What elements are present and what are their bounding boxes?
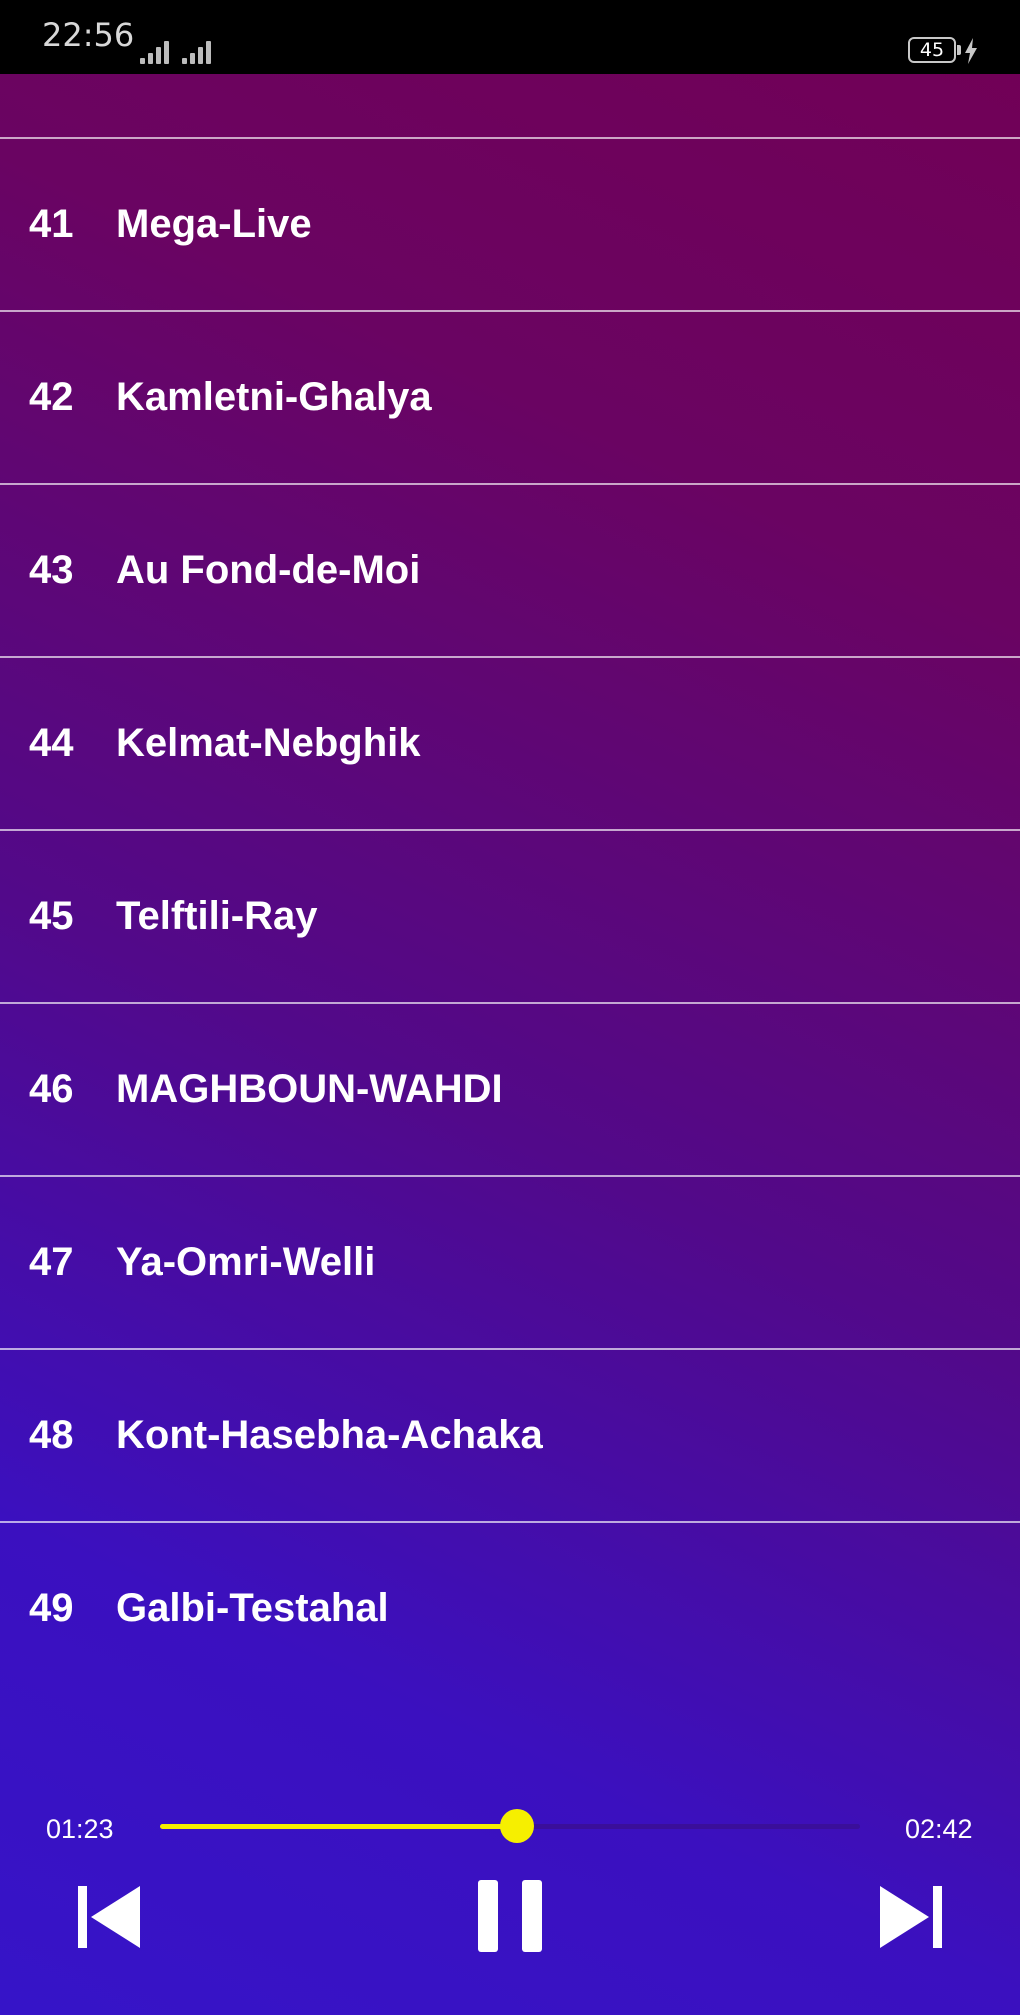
song-title: Kelmat-Nebghik: [116, 721, 421, 765]
status-bar: 22:56 45: [0, 0, 1020, 74]
status-time: 22:56: [42, 16, 135, 54]
song-number: 45: [29, 894, 74, 938]
song-row[interactable]: 47 Ya-Omri-Welli: [0, 1177, 1020, 1350]
song-number: 48: [29, 1413, 74, 1457]
elapsed-time: 01:23: [46, 1814, 114, 1844]
song-title: Telftili-Ray: [116, 894, 318, 938]
signal-icon: [182, 38, 214, 64]
seek-bar-progress: [160, 1824, 517, 1829]
next-icon[interactable]: [878, 1884, 944, 1950]
song-title: Ya-Omri-Welli: [116, 1240, 376, 1284]
song-title: Khatar-Wael-Jaoukek: [116, 74, 521, 137]
song-row[interactable]: 41 Mega-Live: [0, 139, 1020, 312]
pause-icon[interactable]: [476, 1878, 544, 1954]
song-row[interactable]: 48 Kont-Hasebha-Achaka: [0, 1350, 1020, 1523]
song-title: Au Fond-de-Moi: [116, 548, 421, 592]
song-row[interactable]: 43 Au Fond-de-Moi: [0, 485, 1020, 658]
charging-bolt-icon: [965, 38, 977, 64]
song-row[interactable]: 44 Kelmat-Nebghik: [0, 658, 1020, 831]
song-title: Mega-Live: [116, 202, 312, 246]
song-title: Kamletni-Ghalya: [116, 375, 432, 419]
battery-icon: 45: [908, 37, 956, 63]
song-number: 49: [29, 1586, 74, 1627]
song-title: Galbi-Testahal: [116, 1586, 389, 1627]
song-number: 41: [29, 202, 74, 246]
song-number: 43: [29, 548, 74, 592]
seek-bar-thumb[interactable]: [500, 1809, 534, 1843]
song-list-inner: 40 Khatar-Wael-Jaoukek 41 Mega-Live 42 Kamlet…: [0, 74, 1020, 1627]
song-row[interactable]: 49 Galbi-Testahal: [0, 1523, 1020, 1627]
battery-level: 45: [919, 39, 945, 61]
song-row[interactable]: 45 Telftili-Ray: [0, 831, 1020, 1004]
song-number: 46: [29, 1067, 74, 1111]
previous-icon[interactable]: [76, 1884, 142, 1950]
song-list[interactable]: 40 Khatar-Wael-Jaoukek 41 Mega-Live 42 Kamlet…: [0, 74, 1020, 1627]
song-number: 47: [29, 1240, 74, 1284]
song-number: 40: [29, 74, 74, 137]
seek-bar[interactable]: [160, 1809, 860, 1843]
song-title: MAGHBOUN-WAHDI: [116, 1067, 503, 1111]
battery-tip: [957, 45, 961, 55]
song-title: Kont-Hasebha-Achaka: [116, 1413, 543, 1457]
song-number: 42: [29, 375, 74, 419]
song-row[interactable]: 40 Khatar-Wael-Jaoukek: [0, 74, 1020, 139]
song-row[interactable]: 46 MAGHBOUN-WAHDI: [0, 1004, 1020, 1177]
total-duration: 02:42: [905, 1814, 973, 1844]
signal-icon: [140, 38, 172, 64]
song-row[interactable]: 42 Kamletni-Ghalya: [0, 312, 1020, 485]
song-number: 44: [29, 721, 74, 765]
